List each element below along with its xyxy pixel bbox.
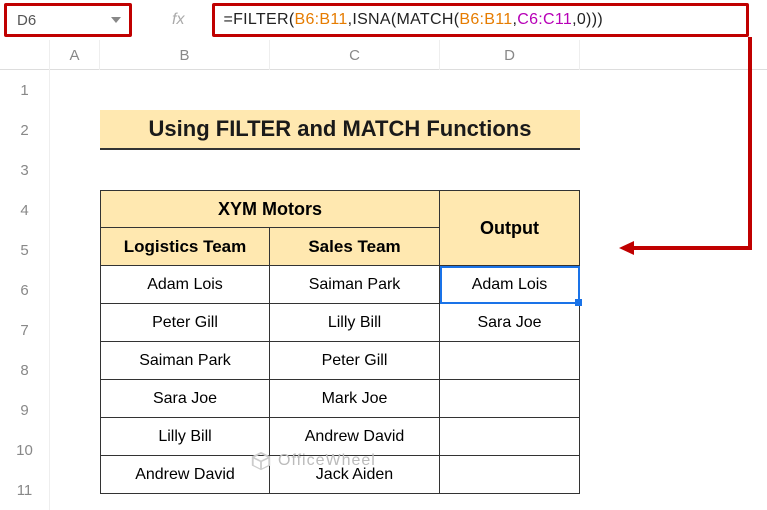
cell-d6[interactable]: Adam Lois <box>440 266 580 304</box>
row-header-6[interactable]: 6 <box>0 270 50 310</box>
table-cell[interactable] <box>440 418 580 456</box>
formula-fn-isna: ISNA <box>352 11 391 29</box>
row-header-4[interactable]: 4 <box>0 190 50 230</box>
table-cell[interactable]: Peter Gill <box>270 342 440 380</box>
table-cell[interactable]: Mark Joe <box>270 380 440 418</box>
table-cell[interactable]: Jack Aiden <box>270 456 440 494</box>
table-cell[interactable]: Lilly Bill <box>270 304 440 342</box>
row-header-5[interactable]: 5 <box>0 230 50 270</box>
row-header-11[interactable]: 11 <box>0 470 50 510</box>
row-headers: 1 2 3 4 5 6 7 8 9 10 11 <box>0 70 50 510</box>
name-box[interactable]: D6 <box>4 3 132 37</box>
formula-bar-row: D6 fx =FILTER ( B6:B11 , ISNA ( MATCH ( … <box>0 0 767 40</box>
table-cell[interactable] <box>440 456 580 494</box>
table-cell[interactable]: Sara Joe <box>440 304 580 342</box>
row-header-10[interactable]: 10 <box>0 430 50 470</box>
dropdown-icon[interactable] <box>111 17 121 23</box>
callout-line <box>748 37 752 248</box>
logistics-header[interactable]: Logistics Team <box>100 228 270 266</box>
table-cell[interactable]: Lilly Bill <box>100 418 270 456</box>
name-box-value: D6 <box>17 12 36 29</box>
select-all-corner[interactable] <box>0 40 50 70</box>
table-cell[interactable]: Adam Lois <box>100 266 270 304</box>
formula-input[interactable]: =FILTER ( B6:B11 , ISNA ( MATCH ( B6:B11… <box>212 3 749 37</box>
formula-range-b: B6:B11 <box>294 11 347 29</box>
table-cell[interactable] <box>440 380 580 418</box>
fx-icon[interactable]: fx <box>172 11 184 29</box>
company-header[interactable]: XYM Motors <box>100 190 440 228</box>
table-cell[interactable]: Saiman Park <box>270 266 440 304</box>
table-cell[interactable]: Andrew David <box>270 418 440 456</box>
col-header-d[interactable]: D <box>440 40 580 70</box>
table-cell[interactable]: Andrew David <box>100 456 270 494</box>
col-header-b[interactable]: B <box>100 40 270 70</box>
row-header-8[interactable]: 8 <box>0 350 50 390</box>
table-cell[interactable] <box>440 342 580 380</box>
row-header-9[interactable]: 9 <box>0 390 50 430</box>
formula-range-b2: B6:B11 <box>459 11 512 29</box>
sales-header[interactable]: Sales Team <box>270 228 440 266</box>
col-header-a[interactable]: A <box>50 40 100 70</box>
table-cell[interactable]: Sara Joe <box>100 380 270 418</box>
table-cell[interactable]: Saiman Park <box>100 342 270 380</box>
formula-fn-filter: =FILTER <box>223 11 288 29</box>
spreadsheet-area: A B C D 1 2 3 4 5 6 7 8 9 10 11 Using FI… <box>0 40 767 504</box>
formula-range-c: C6:C11 <box>517 11 572 29</box>
col-header-c[interactable]: C <box>270 40 440 70</box>
row-header-3[interactable]: 3 <box>0 150 50 190</box>
row-header-2[interactable]: 2 <box>0 110 50 150</box>
callout-line <box>632 246 752 250</box>
callout-arrow-icon <box>619 241 634 255</box>
table-cell[interactable]: Peter Gill <box>100 304 270 342</box>
page-title[interactable]: Using FILTER and MATCH Functions <box>100 110 580 150</box>
column-headers: A B C D <box>0 40 767 70</box>
row-header-7[interactable]: 7 <box>0 310 50 350</box>
formula-fn-match: MATCH <box>397 11 454 29</box>
row-header-1[interactable]: 1 <box>0 70 50 110</box>
output-header[interactable]: Output <box>440 190 580 266</box>
